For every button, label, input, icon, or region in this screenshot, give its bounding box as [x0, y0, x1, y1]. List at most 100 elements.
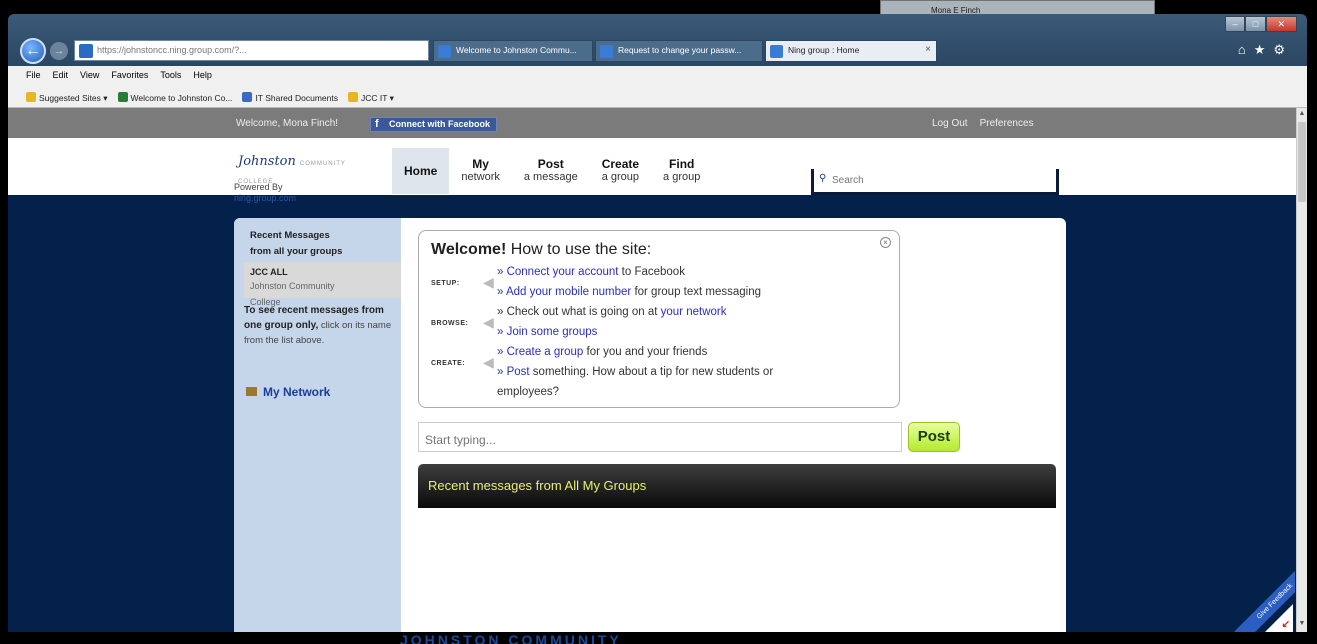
site-favicon-icon [79, 44, 93, 58]
maximize-button[interactable]: □ [1245, 16, 1266, 32]
post-link[interactable]: » Post [497, 366, 530, 378]
account-links: Log Out Preferences [932, 118, 1034, 129]
tab-label: Welcome to Johnston Commu... [456, 45, 577, 55]
menu-favorites[interactable]: Favorites [111, 70, 148, 86]
menu-help[interactable]: Help [193, 70, 212, 86]
close-tab-icon[interactable]: × [925, 44, 931, 55]
scroll-down-icon[interactable]: ▼ [1297, 620, 1307, 630]
scroll-thumb[interactable] [1298, 122, 1306, 202]
favorites-item[interactable]: Welcome to Johnston Co... [117, 92, 232, 107]
window-controls: – □ ✕ [1225, 16, 1297, 32]
welcome-line-connect: » Connect your account to Facebook [497, 266, 685, 278]
star-icon[interactable]: ★ [1254, 42, 1274, 57]
welcome-box: Welcome! How to use the site: × SETUP: ◀… [418, 230, 900, 408]
address-bar[interactable]: https://johnstoncc.ning.group.com/?... [74, 40, 429, 61]
welcome-line-create: » Create a group for you and your friend… [497, 346, 708, 358]
create-label: CREATE: [431, 360, 466, 367]
web-page: Welcome, Mona Finch! f Connect with Face… [8, 108, 1296, 632]
welcome-line-network: » Check out what is going on at your net… [497, 306, 727, 318]
link-icon [117, 92, 128, 102]
favorites-item[interactable]: Suggested Sites ▾ [26, 92, 108, 107]
gear-icon[interactable]: ⚙ [1273, 42, 1293, 57]
nav-create-group[interactable]: Create a group [590, 158, 651, 194]
post-button[interactable]: Post [908, 422, 960, 452]
tab-favicon-icon [600, 45, 613, 58]
welcome-line-mobile: » Add your mobile number for group text … [497, 286, 762, 298]
welcome-box-title: Welcome! How to use the site: [431, 241, 652, 258]
expand-arrow-icon: ↙ [1281, 619, 1290, 630]
preferences-link[interactable]: Preferences [980, 118, 1034, 129]
menu-edit[interactable]: Edit [53, 70, 69, 86]
recent-messages-header: Recent messages from All My Groups [418, 464, 1056, 508]
bracket-arrow-icon: ◀ [483, 314, 494, 330]
welcome-text: Welcome, Mona Finch! [236, 118, 339, 129]
menu-bar: File Edit View Favorites Tools Help [8, 66, 1307, 86]
welcome-line-join: » Join some groups [497, 326, 597, 338]
welcome-line-post: » Post something. How about a tip for ne… [497, 366, 774, 378]
search-input[interactable] [832, 173, 1052, 187]
logo-script: Johnston [238, 154, 296, 169]
nav-my-network[interactable]: My network [449, 158, 512, 194]
close-window-button[interactable]: ✕ [1265, 16, 1297, 32]
tab-strip: Welcome to Johnston Commu... Request to … [433, 40, 937, 64]
scroll-up-icon[interactable]: ▲ [1297, 110, 1307, 120]
document-icon [242, 92, 253, 102]
tab-change-password[interactable]: Request to change your passw... [595, 40, 763, 62]
close-icon[interactable]: × [880, 237, 891, 248]
nav-home[interactable]: Home [392, 148, 450, 194]
folder-icon [347, 92, 358, 102]
connect-account-link[interactable]: » Connect your account [497, 266, 618, 278]
browser-toolbar-icons: ⌂★⚙ [1238, 42, 1293, 58]
setup-label: SETUP: [431, 280, 460, 287]
back-button[interactable]: ← [20, 38, 46, 64]
favorites-star-icon [26, 92, 36, 102]
nav-post-message[interactable]: Post a message [512, 158, 590, 194]
back-arrow-icon: ← [25, 42, 41, 59]
menu-tools[interactable]: Tools [160, 70, 181, 86]
create-group-link[interactable]: » Create a group [497, 346, 583, 358]
message-input[interactable] [418, 422, 902, 452]
vertical-scrollbar[interactable]: ▲ ▼ [1296, 108, 1307, 632]
powered-by-link[interactable]: ning.group.com [234, 193, 296, 203]
facebook-icon: f [375, 118, 379, 130]
join-groups-link[interactable]: » Join some groups [497, 326, 597, 338]
tab-ning-home[interactable]: Ning group : Home × [765, 40, 937, 62]
menu-file[interactable]: File [26, 70, 41, 86]
site-header: Johnston COMMUNITY COLLEGE Powered By nin… [8, 138, 1296, 203]
browse-label: BROWSE: [431, 320, 469, 327]
your-network-link[interactable]: your network [661, 306, 727, 318]
tab-welcome-johnston[interactable]: Welcome to Johnston Commu... [433, 40, 593, 62]
bracket-arrow-icon: ◀ [483, 354, 494, 370]
bracket-arrow-icon: ◀ [483, 274, 494, 290]
tab-label: Request to change your passw... [618, 45, 742, 55]
menu-view[interactable]: View [80, 70, 99, 86]
nav-find-group[interactable]: Find a group [651, 158, 712, 194]
forward-arrow-icon: → [53, 45, 65, 57]
connect-facebook-button[interactable]: f Connect with Facebook [370, 117, 498, 132]
bottom-cut-text: JOHNSTON COMMUNITY [400, 632, 622, 644]
tab-favicon-icon [438, 45, 451, 58]
sidebar-item-jcc-all[interactable]: JCC ALL Johnston Community [244, 262, 401, 298]
network-icon [246, 387, 257, 396]
my-network-link[interactable]: My Network [246, 385, 330, 399]
feedback-widget[interactable]: Give Feedback ↙ [1215, 570, 1295, 632]
add-mobile-link[interactable]: » Add your mobile number [497, 286, 631, 298]
minimize-button[interactable]: – [1225, 16, 1246, 32]
search-box: ⚲ [811, 169, 1059, 195]
recent-messages-title: Recent messages from All My Groups [428, 478, 647, 493]
search-icon: ⚲ [819, 173, 827, 184]
favorites-bar: Suggested Sites ▾ Welcome to Johnston Co… [8, 86, 1307, 108]
sidebar-help-text: To see recent messages from one group on… [244, 305, 392, 346]
groups-sidebar: Recent Messages from all your groups JCC… [234, 218, 401, 632]
logout-link[interactable]: Log Out [932, 118, 968, 129]
sidebar-heading: Recent Messages from all your groups [250, 230, 343, 257]
forward-button[interactable]: → [50, 42, 68, 60]
welcome-line-employees: employees? [497, 386, 560, 398]
favorites-item[interactable]: JCC IT ▾ [347, 92, 394, 107]
screenshot-root: Mona E Finch – □ ✕ ← → https://johnstonc… [0, 0, 1317, 644]
user-topbar: Welcome, Mona Finch! f Connect with Face… [8, 108, 1296, 138]
home-icon[interactable]: ⌂ [1238, 42, 1254, 57]
site-logo[interactable]: Johnston COMMUNITY COLLEGE [238, 152, 376, 185]
main-nav: Home My network Post a message Create a … [392, 148, 712, 194]
favorites-item[interactable]: IT Shared Documents [242, 92, 338, 107]
